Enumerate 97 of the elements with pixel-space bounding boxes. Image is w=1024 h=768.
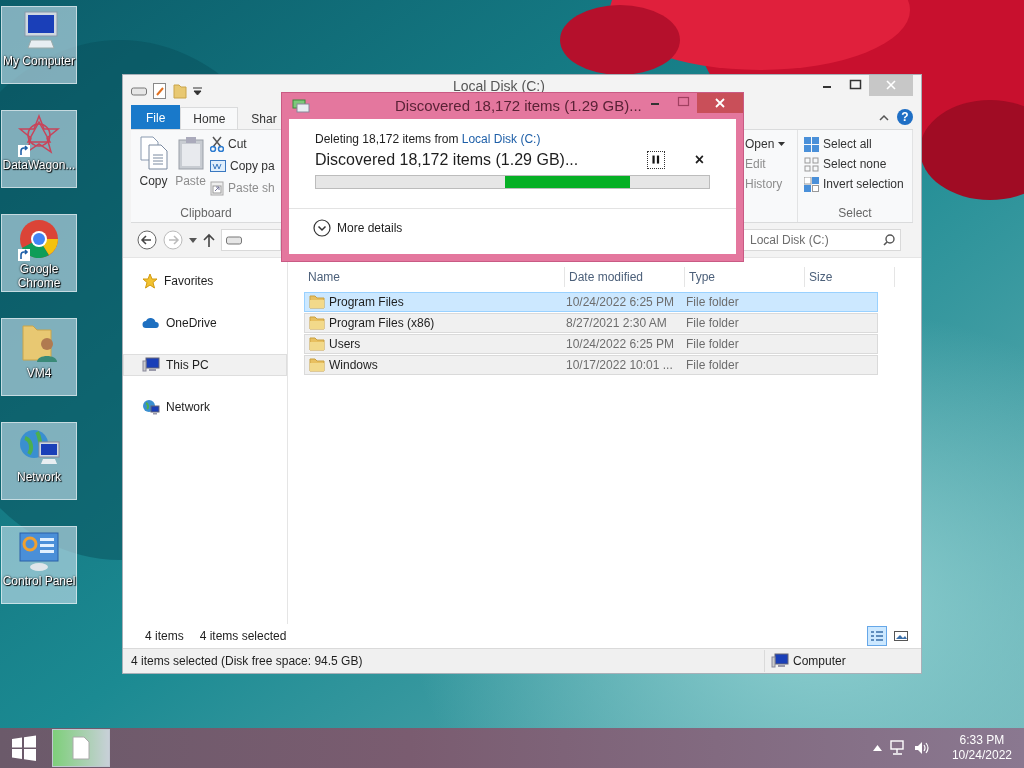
table-cell-text: Users: [329, 337, 362, 351]
volume-icon[interactable]: [913, 740, 930, 756]
nav-item[interactable]: Network: [123, 396, 287, 418]
ribbon-button[interactable]: Cut: [210, 134, 275, 154]
picture-view-icon: [894, 630, 908, 642]
nav-item[interactable]: This PC: [123, 354, 287, 376]
help-button[interactable]: ?: [897, 109, 913, 125]
properties-icon[interactable]: [153, 83, 167, 99]
recent-locations-icon[interactable]: [189, 237, 197, 243]
shortcut-label: Control Panel: [2, 574, 76, 588]
table-cell-text: Windows: [329, 358, 379, 372]
search-field[interactable]: Local Disk (C:): [743, 229, 901, 251]
computer-icon: [142, 357, 160, 373]
drive-icon: [226, 235, 242, 245]
folder-icon: [309, 358, 325, 372]
cloud-icon: [142, 317, 160, 329]
pause-button[interactable]: [646, 151, 665, 169]
column-header[interactable]: Type: [685, 267, 805, 287]
file-row[interactable]: Users 10/24/2022 6:25 PM File folder: [304, 334, 878, 354]
table-cell-text: 10/24/2022 6:25 PM: [566, 295, 676, 309]
show-hidden-icons-icon[interactable]: [872, 745, 882, 751]
close-button[interactable]: [697, 93, 743, 113]
folder-icon: [309, 295, 325, 309]
table-cell-text: 10/24/2022 6:25 PM: [566, 337, 676, 351]
nav-item[interactable]: Favorites: [123, 270, 287, 292]
table-cell-text: File folder: [686, 337, 740, 351]
folder-icon: [309, 316, 325, 330]
up-button[interactable]: [203, 233, 215, 247]
table-cell-text: 8/27/2021 2:30 AM: [566, 316, 668, 330]
network-status-icon[interactable]: [889, 740, 906, 756]
clock[interactable]: 6:33 PM 10/24/2022: [951, 733, 1012, 763]
dialog-title: Discovered 18,172 items (1.29 GB)...: [395, 97, 642, 115]
shortcut-label: My Computer: [3, 54, 75, 68]
table-cell-text: 10/17/2022 10:01 ...: [566, 358, 674, 372]
drive-icon: [131, 86, 147, 96]
dropdown-icon[interactable]: [193, 87, 202, 95]
file-tab[interactable]: File: [131, 105, 181, 129]
address-field[interactable]: [221, 229, 281, 251]
file-row[interactable]: Windows 10/17/2022 10:01 ... File folder: [304, 355, 878, 375]
expand-icon: [313, 219, 331, 237]
group-label: Select: [837, 206, 873, 222]
shortcut-label: Network: [17, 470, 61, 484]
ribbon-button[interactable]: Select all: [804, 134, 912, 154]
table-cell-text: File folder: [686, 295, 740, 309]
start-button[interactable]: [10, 734, 38, 762]
network-icon: [142, 399, 160, 415]
shortcut-label: VM4: [26, 366, 52, 380]
ribbon-button[interactable]: Select none: [804, 154, 912, 174]
invert-selection-icon: [804, 176, 819, 192]
scissors-icon: [210, 136, 224, 152]
shortcut-label: DataWagon...: [2, 158, 76, 172]
folder-icon: [309, 337, 325, 351]
table-cell-text: Program Files (x86): [329, 316, 436, 330]
star-icon: [17, 114, 61, 156]
more-details-button[interactable]: More details: [289, 209, 736, 247]
select-all-icon: [804, 136, 819, 152]
copy-icon: [138, 136, 169, 170]
clock-date: 10/24/2022: [951, 748, 1012, 763]
ribbon-button[interactable]: Open: [741, 134, 797, 154]
file-transfer-icon: [292, 99, 310, 113]
select-none-icon: [804, 156, 819, 172]
column-header[interactable]: Name: [304, 267, 565, 287]
ribbon-button[interactable]: Copy pa: [210, 156, 275, 176]
table-cell-text: Program Files: [329, 295, 405, 309]
collapse-ribbon-icon[interactable]: [879, 113, 889, 121]
shortcut-label: Google Chrome: [16, 262, 62, 290]
group-label: Clipboard: [179, 206, 233, 222]
cancel-button[interactable]: ×: [694, 151, 704, 169]
star-icon: [142, 273, 158, 289]
back-button[interactable]: [137, 230, 157, 250]
nav-item[interactable]: OneDrive: [123, 312, 287, 334]
table-cell-text: File folder: [686, 358, 740, 372]
location-label: Computer: [793, 654, 846, 668]
file-row[interactable]: Program Files (x86) 8/27/2021 2:30 AM File folder: [304, 313, 878, 333]
table-cell-text: File folder: [686, 316, 740, 330]
details-view-icon: [870, 630, 884, 642]
search-icon: [883, 234, 895, 246]
selection-count: 4 items selected: [199, 629, 287, 643]
column-header[interactable]: Size: [805, 267, 895, 287]
column-header[interactable]: Date modified: [565, 267, 685, 287]
ribbon-tab[interactable]: Home: [180, 107, 239, 129]
document-icon: [72, 736, 90, 760]
item-count: 4 items: [145, 629, 184, 643]
ribbon-button[interactable]: Invert selection: [804, 174, 912, 194]
computer-icon: [771, 653, 789, 669]
progress-headline: Discovered 18,172 items (1.29 GB)...: [315, 151, 580, 169]
control-panel-icon: [17, 530, 61, 572]
file-row[interactable]: Program Files 10/24/2022 6:25 PM File folder: [304, 292, 878, 312]
clipboard-icon: [175, 136, 206, 170]
clock-time: 6:33 PM: [959, 733, 1005, 748]
browser-icon: [17, 218, 61, 260]
shortcut-icon: [210, 180, 224, 196]
ribbon-button[interactable]: Copy: [135, 134, 172, 206]
location-link[interactable]: Local Disk (C:): [461, 132, 541, 146]
status-text: 4 items selected (Disk free space: 94.5 GB): [131, 654, 363, 668]
path-icon: [210, 160, 226, 172]
progress-description: Deleting 18,172 items from Local Disk (C:): [315, 131, 542, 147]
